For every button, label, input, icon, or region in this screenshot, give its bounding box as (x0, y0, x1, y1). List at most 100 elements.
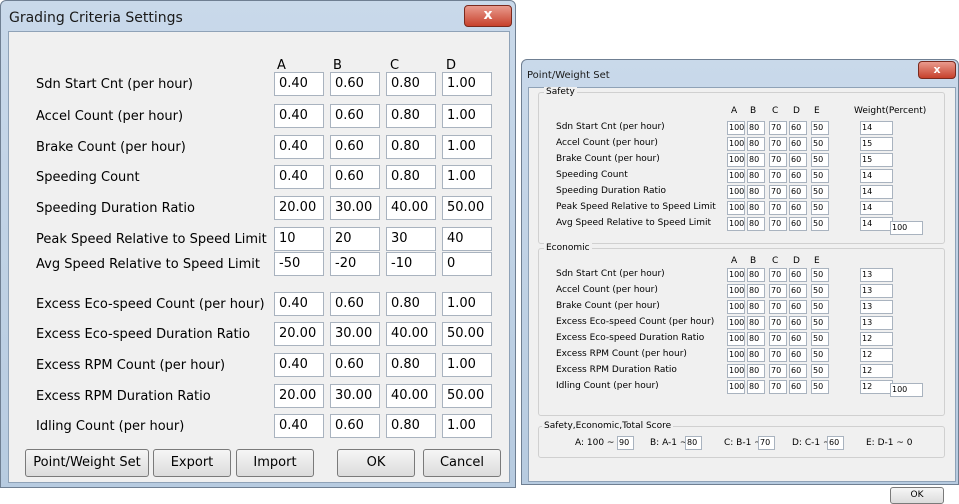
economic-point-field[interactable]: 50 (811, 300, 829, 314)
criteria-field[interactable]: 30 (386, 227, 436, 251)
economic-weight-field[interactable]: 12 (860, 380, 893, 394)
economic-point-field[interactable]: 50 (811, 268, 829, 282)
criteria-field[interactable]: 0.80 (386, 414, 436, 438)
safety-point-field[interactable]: 60 (789, 185, 807, 199)
economic-point-field[interactable]: 70 (769, 348, 787, 362)
criteria-field[interactable]: 1.00 (442, 292, 492, 316)
safety-weight-field[interactable]: 14 (860, 121, 893, 135)
criteria-field[interactable]: 20.00 (274, 196, 324, 220)
economic-point-field[interactable]: 50 (811, 332, 829, 346)
safety-point-field[interactable]: 100 (727, 169, 745, 183)
criteria-field[interactable]: 0.80 (386, 165, 436, 189)
criteria-field[interactable]: 1.00 (442, 165, 492, 189)
safety-point-field[interactable]: 70 (769, 121, 787, 135)
economic-point-field[interactable]: 50 (811, 348, 829, 362)
economic-point-field[interactable]: 100 (727, 268, 745, 282)
economic-weight-field[interactable]: 13 (860, 316, 893, 330)
safety-point-field[interactable]: 80 (747, 153, 765, 167)
criteria-field[interactable]: 0.80 (386, 104, 436, 128)
criteria-field[interactable]: 0.40 (274, 353, 324, 377)
criteria-field[interactable]: 0.80 (386, 353, 436, 377)
ok-button[interactable]: OK (337, 449, 415, 477)
safety-point-field[interactable]: 50 (811, 201, 829, 215)
safety-point-field[interactable]: 100 (727, 201, 745, 215)
economic-point-field[interactable]: 100 (727, 380, 745, 394)
economic-weight-field[interactable]: 13 (860, 284, 893, 298)
criteria-field[interactable]: 40 (442, 227, 492, 251)
economic-point-field[interactable]: 50 (811, 380, 829, 394)
safety-point-field[interactable]: 70 (769, 201, 787, 215)
criteria-field[interactable]: 20.00 (274, 322, 324, 346)
safety-point-field[interactable]: 80 (747, 121, 765, 135)
import-button[interactable]: Import (236, 449, 314, 477)
criteria-field[interactable]: 0.60 (330, 104, 380, 128)
economic-point-field[interactable]: 60 (789, 284, 807, 298)
economic-point-field[interactable]: 70 (769, 284, 787, 298)
safety-point-field[interactable]: 50 (811, 153, 829, 167)
safety-point-field[interactable]: 80 (747, 137, 765, 151)
safety-point-field[interactable]: 100 (727, 121, 745, 135)
safety-point-field[interactable]: 70 (769, 169, 787, 183)
economic-point-field[interactable]: 60 (789, 348, 807, 362)
economic-point-field[interactable]: 80 (747, 348, 765, 362)
economic-point-field[interactable]: 60 (789, 380, 807, 394)
economic-point-field[interactable]: 70 (769, 364, 787, 378)
safety-point-field[interactable]: 60 (789, 137, 807, 151)
economic-point-field[interactable]: 100 (727, 316, 745, 330)
criteria-field[interactable]: 30.00 (330, 384, 380, 408)
safety-weight-field[interactable]: 14 (860, 185, 893, 199)
safety-point-field[interactable]: 50 (811, 185, 829, 199)
economic-point-field[interactable]: 50 (811, 316, 829, 330)
ok-button[interactable]: OK (890, 487, 944, 504)
safety-point-field[interactable]: 60 (789, 217, 807, 231)
economic-point-field[interactable]: 60 (789, 332, 807, 346)
criteria-field[interactable]: 0.60 (330, 353, 380, 377)
score-a-field[interactable]: 90 (617, 436, 634, 450)
safety-point-field[interactable]: 80 (747, 201, 765, 215)
economic-point-field[interactable]: 70 (769, 316, 787, 330)
criteria-field[interactable]: 0 (442, 252, 492, 276)
criteria-field[interactable]: 1.00 (442, 353, 492, 377)
close-button[interactable]: x (464, 5, 512, 27)
economic-point-field[interactable]: 80 (747, 332, 765, 346)
safety-point-field[interactable]: 60 (789, 169, 807, 183)
economic-point-field[interactable]: 70 (769, 332, 787, 346)
safety-point-field[interactable]: 70 (769, 217, 787, 231)
criteria-field[interactable]: 0.40 (274, 165, 324, 189)
criteria-field[interactable]: 0.60 (330, 72, 380, 96)
criteria-field[interactable]: 1.00 (442, 104, 492, 128)
economic-weight-field[interactable]: 13 (860, 268, 893, 282)
safety-point-field[interactable]: 80 (747, 169, 765, 183)
safety-weight-field[interactable]: 14 (860, 201, 893, 215)
economic-point-field[interactable]: 80 (747, 268, 765, 282)
criteria-field[interactable]: 0.40 (274, 104, 324, 128)
criteria-field[interactable]: 20 (330, 227, 380, 251)
criteria-field[interactable]: 0.40 (274, 414, 324, 438)
point-weight-set-button[interactable]: Point/Weight Set (25, 449, 149, 477)
criteria-field[interactable]: -50 (274, 252, 324, 276)
criteria-field[interactable]: 0.60 (330, 292, 380, 316)
safety-point-field[interactable]: 50 (811, 217, 829, 231)
criteria-field[interactable]: 1.00 (442, 72, 492, 96)
criteria-field[interactable]: 50.00 (442, 196, 492, 220)
economic-weight-field[interactable]: 12 (860, 332, 893, 346)
safety-weight-field[interactable]: 15 (860, 153, 893, 167)
safety-point-field[interactable]: 60 (789, 121, 807, 135)
criteria-field[interactable]: 1.00 (442, 414, 492, 438)
safety-weight-field[interactable]: 15 (860, 137, 893, 151)
criteria-field[interactable]: 0.40 (274, 72, 324, 96)
criteria-field[interactable]: 30.00 (330, 196, 380, 220)
safety-point-field[interactable]: 80 (747, 185, 765, 199)
safety-point-field[interactable]: 50 (811, 137, 829, 151)
criteria-field[interactable]: 0.40 (274, 135, 324, 159)
economic-point-field[interactable]: 70 (769, 268, 787, 282)
criteria-field[interactable]: 40.00 (386, 384, 436, 408)
criteria-field[interactable]: 50.00 (442, 322, 492, 346)
criteria-field[interactable]: 20.00 (274, 384, 324, 408)
close-button[interactable]: x (918, 61, 956, 79)
economic-point-field[interactable]: 100 (727, 300, 745, 314)
criteria-field[interactable]: 0.40 (274, 292, 324, 316)
safety-point-field[interactable]: 100 (727, 153, 745, 167)
economic-point-field[interactable]: 100 (727, 332, 745, 346)
economic-point-field[interactable]: 80 (747, 300, 765, 314)
